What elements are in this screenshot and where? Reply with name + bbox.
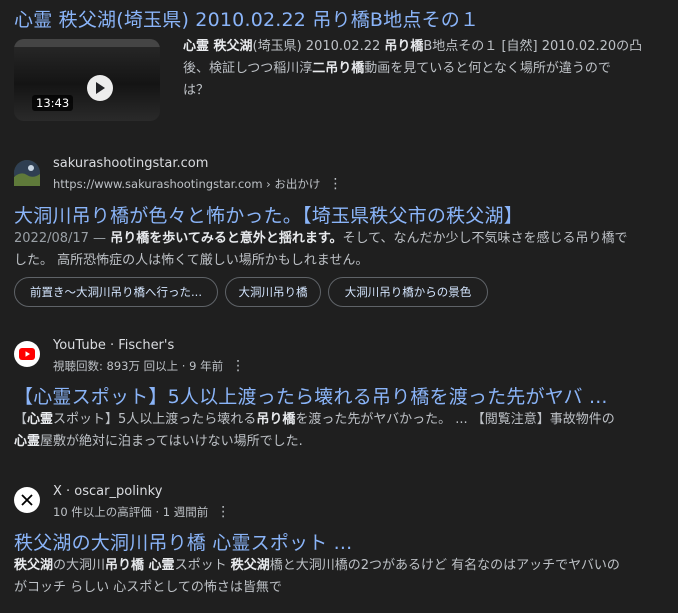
snippet-text: がコッチ らしい 心スポとしての怖さは皆無で	[14, 580, 282, 595]
thumbnail-bar	[14, 39, 160, 47]
snippet-text: した。 高所恐怖症の人は怖くて厳しい場所かもしれません。	[14, 253, 369, 268]
snippet-text: は？	[183, 83, 210, 98]
snippet-line: 心霊 秩父湖(埼玉県) 2010.02.22 吊り橋B地点その１ [自然] 20…	[183, 36, 663, 58]
snippet-text: 橋と大洞川橋の2つがあるけど 有名なのはアッチでヤバいの	[269, 558, 620, 573]
youtube-logo-icon	[14, 341, 40, 367]
snippet-line: した。 高所恐怖症の人は怖くて厳しい場所かもしれません。	[14, 250, 669, 272]
result-snippet: 2022/08/17 — 吊り橋を歩いてみると意外と揺れます。そして、なんだか少…	[14, 228, 669, 272]
more-options-icon[interactable]: ⋮	[328, 176, 342, 192]
meta-text: 視聴回数: 893万 回以上 · 9 年前	[53, 359, 224, 373]
snippet-text: スポット	[174, 558, 231, 573]
sitelink-chip[interactable]: 大洞川吊り橋からの景色	[328, 277, 488, 307]
snippet-text: を渡った先がヤバかった。 ... 【閲覧注意】事故物件の	[295, 412, 615, 427]
play-icon[interactable]	[87, 75, 113, 101]
highlighted-term: 二吊り橋	[312, 61, 365, 76]
snippet-text: 動画を見ていると何となく場所が違うので	[364, 61, 611, 76]
result-title-link[interactable]: 大洞川吊り橋が色々と怖かった。【埼玉県秩父市の秩父湖】	[14, 201, 523, 228]
site-name: YouTube · Fischer's	[53, 338, 175, 353]
more-options-icon[interactable]: ⋮	[216, 504, 230, 520]
highlighted-term: 秩父湖	[230, 558, 270, 573]
snippet-text: の大洞川	[53, 558, 106, 573]
snippet-text: B地点その１ [自然] 2010.02.20の凸	[423, 39, 643, 54]
snippet-text: スポット】5人以上渡ったら壊れる	[53, 412, 257, 427]
more-options-icon[interactable]: ⋮	[231, 358, 245, 374]
result-title-link[interactable]: 秩父湖の大洞川吊り橋 心霊スポット ...	[14, 528, 352, 555]
site-name: sakurashootingstar.com	[53, 156, 209, 171]
snippet-line: 【心霊スポット】5人以上渡ったら壊れる吊り橋を渡った先がヤバかった。 ... 【…	[14, 409, 669, 431]
highlighted-term: 心霊	[27, 412, 54, 427]
highlighted-term: 秩父湖	[14, 558, 54, 573]
snippet-text: そして、なんだか少し不気味さを感じる吊り橋で	[342, 231, 628, 246]
highlighted-term: 吊り橋	[384, 39, 424, 54]
video-duration: 13:43	[32, 95, 74, 111]
url-text[interactable]: https://www.sakurashootingstar.com › お出か…	[53, 177, 320, 191]
result-meta: 10 件以上の高評価 · 1 週間前 ⋮	[53, 504, 230, 520]
highlighted-term: 心霊 秩父湖	[183, 39, 253, 54]
snippet-text: 【	[14, 412, 28, 427]
highlighted-term: 心霊	[14, 434, 41, 449]
result-url[interactable]: https://www.sakurashootingstar.com › お出か…	[53, 176, 342, 192]
result-title-link[interactable]: 心霊 秩父湖(埼玉県) 2010.02.22 吊り橋B地点その１	[14, 5, 479, 32]
video-thumbnail[interactable]: 13:43	[14, 39, 160, 121]
sitelink-chip[interactable]: 大洞川吊り橋	[225, 277, 321, 307]
snippet-line: は？	[183, 80, 663, 102]
snippet-text: 2022/08/17 —	[14, 231, 111, 246]
site-name: X · oscar_polinky	[53, 484, 163, 499]
snippet-line: 後、検証しつつ稲川淳二吊り橋動画を見ていると何となく場所が違うので	[183, 58, 663, 80]
site-favicon-icon	[14, 160, 40, 186]
highlighted-term: 吊り橋	[256, 412, 296, 427]
snippet-line: 心霊屋敷が絶対に泊まってはいけない場所でした.	[14, 431, 669, 453]
result-meta: 視聴回数: 893万 回以上 · 9 年前 ⋮	[53, 358, 245, 374]
sitelink-chip[interactable]: 前置き～大洞川吊り橋へ行った...	[14, 277, 218, 307]
result-snippet: 秩父湖の大洞川吊り橋 心霊スポット 秩父湖橋と大洞川橋の2つがあるけど 有名なの…	[14, 555, 669, 599]
snippet-text: 屋敷が絶対に泊まってはいけない場所でした.	[40, 434, 303, 449]
result-snippet: 心霊 秩父湖(埼玉県) 2010.02.22 吊り橋B地点その１ [自然] 20…	[183, 36, 663, 102]
snippet-line: 秩父湖の大洞川吊り橋 心霊スポット 秩父湖橋と大洞川橋の2つがあるけど 有名なの…	[14, 555, 669, 577]
snippet-line: 2022/08/17 — 吊り橋を歩いてみると意外と揺れます。そして、なんだか少…	[14, 228, 669, 250]
highlighted-term: 吊り橋を歩いてみると意外と揺れます。	[110, 231, 343, 246]
x-logo-icon	[14, 487, 40, 513]
snippet-line: がコッチ らしい 心スポとしての怖さは皆無で	[14, 577, 669, 599]
meta-text: 10 件以上の高評価 · 1 週間前	[53, 505, 209, 519]
result-title-link[interactable]: 【心霊スポット】5人以上渡ったら壊れる吊り橋を渡った先がヤバ ...	[14, 382, 608, 409]
snippet-text: 後、検証しつつ稲川淳	[183, 61, 313, 76]
highlighted-term: 吊り橋 心霊	[105, 558, 175, 573]
result-snippet: 【心霊スポット】5人以上渡ったら壊れる吊り橋を渡った先がヤバかった。 ... 【…	[14, 409, 669, 453]
snippet-text: (埼玉県) 2010.02.22	[252, 39, 385, 54]
